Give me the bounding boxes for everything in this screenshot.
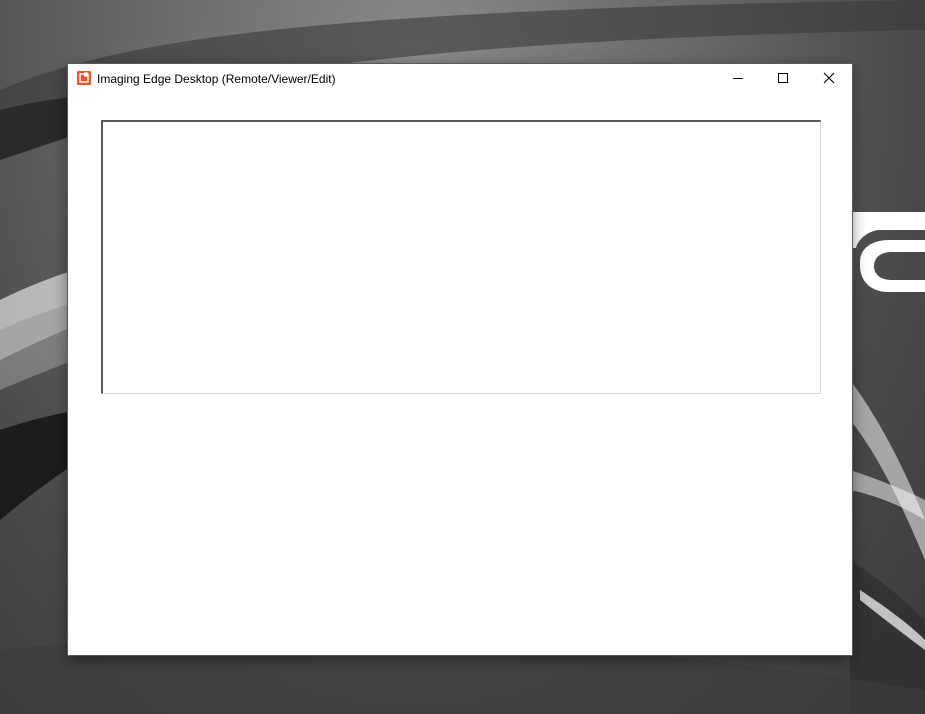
close-icon bbox=[823, 72, 835, 84]
desktop-background: Imaging Edge Desktop (Remote/Viewer/Edit… bbox=[0, 0, 925, 714]
close-button[interactable] bbox=[806, 64, 852, 94]
maximize-icon bbox=[778, 73, 788, 83]
minimize-icon bbox=[733, 78, 743, 79]
window-title: Imaging Edge Desktop (Remote/Viewer/Edit… bbox=[97, 72, 336, 86]
empty-content-panel bbox=[101, 120, 821, 394]
title-bar[interactable]: Imaging Edge Desktop (Remote/Viewer/Edit… bbox=[68, 64, 852, 94]
minimize-button[interactable] bbox=[715, 64, 761, 94]
app-window: Imaging Edge Desktop (Remote/Viewer/Edit… bbox=[68, 64, 852, 655]
maximize-button[interactable] bbox=[760, 64, 806, 94]
imaging-edge-icon[interactable] bbox=[77, 71, 91, 85]
